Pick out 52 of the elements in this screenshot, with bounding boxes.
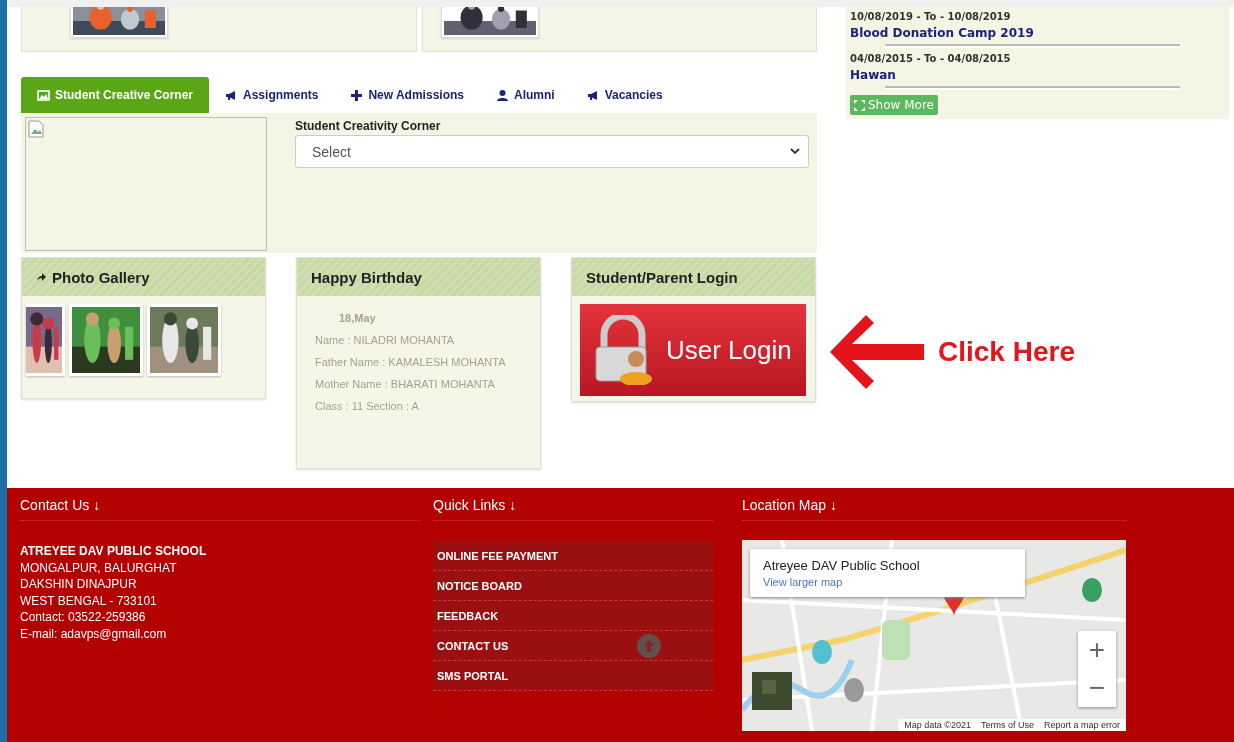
- tab[interactable]: New Admissions: [334, 77, 480, 113]
- view-larger-map-link[interactable]: View larger map: [763, 576, 1025, 588]
- birthday-detail: Class : 11 Section : A: [315, 400, 420, 412]
- zoom-in-button[interactable]: +: [1078, 631, 1116, 669]
- address-line: DAKSHIN DINAJPUR: [20, 576, 138, 593]
- birthday-detail: Name : NILADRI MOHANTA: [315, 334, 456, 346]
- photo-thumbnail[interactable]: [69, 304, 143, 376]
- tab[interactable]: Assignments: [209, 77, 335, 113]
- share-arrow-icon: [36, 272, 46, 282]
- photo-thumbnail[interactable]: [26, 304, 65, 376]
- card-title: Photo Gallery: [52, 268, 150, 286]
- event-link[interactable]: Hawan: [850, 68, 1229, 82]
- school-name: ATREYEE DAV PUBLIC SCHOOL: [20, 543, 208, 560]
- zoom-out-button[interactable]: −: [1078, 669, 1116, 707]
- broken-image-icon: [28, 120, 44, 138]
- address-line: WEST BENGAL - 733101: [20, 592, 158, 609]
- event-dates: 10/08/2019 - To - 10/08/2019: [850, 11, 1012, 22]
- card-title: Student/Parent Login: [586, 268, 738, 286]
- section-heading: Contact Us ↓: [20, 496, 420, 521]
- tab[interactable]: Vacancies: [570, 77, 679, 113]
- map-footer-link[interactable]: Terms of Use: [980, 720, 1034, 730]
- photo-thumbnail[interactable]: [147, 304, 221, 376]
- birthday-date: 18,May: [339, 312, 377, 324]
- quick-link[interactable]: ONLINE FEE PAYMENT: [433, 541, 713, 571]
- user-login-button[interactable]: User Login: [580, 304, 806, 396]
- section-heading: Quick Links ↓: [433, 496, 713, 521]
- annotation-label: Click Here: [938, 336, 1075, 368]
- chevron-down-icon: [790, 148, 800, 155]
- person-icon: [495, 88, 509, 102]
- address-line: MONGALPUR, BALURGHAT: [20, 559, 178, 576]
- select-field[interactable]: Select: [295, 135, 809, 168]
- address-line: Contact: 03522-259386: [20, 609, 147, 626]
- event-link[interactable]: Blood Donation Camp 2019: [850, 26, 1229, 40]
- birthday-detail: Father Name : KAMALESH MOHANTA: [315, 356, 507, 368]
- quick-link[interactable]: NOTICE BOARD: [433, 571, 713, 601]
- picture-icon: [37, 88, 50, 102]
- quick-link[interactable]: SMS PORTAL: [433, 661, 713, 691]
- map-footer-link[interactable]: Report a map error: [1043, 720, 1120, 730]
- address-line: E-mail: adavps@gmail.com: [20, 625, 168, 642]
- quick-link[interactable]: FEEDBACK: [433, 601, 713, 631]
- place-name: Atreyee DAV Public School: [763, 558, 921, 573]
- quick-link[interactable]: CONTACT US: [433, 631, 713, 661]
- expand-icon: [854, 99, 865, 111]
- field-label: Student Creativity Corner: [295, 119, 442, 133]
- plus-icon: [350, 88, 364, 102]
- megaphone-icon: [586, 88, 600, 102]
- event-dates: 04/08/2015 - To - 04/08/2015: [850, 53, 1012, 64]
- card-title: Happy Birthday: [311, 268, 422, 286]
- birthday-detail: Mother Name : BHARATI MOHANTA: [315, 378, 496, 390]
- section-heading: Location Map ↓: [742, 496, 1126, 521]
- map-attribution: Map data ©2021: [904, 720, 971, 730]
- tab[interactable]: Alumni: [479, 77, 571, 113]
